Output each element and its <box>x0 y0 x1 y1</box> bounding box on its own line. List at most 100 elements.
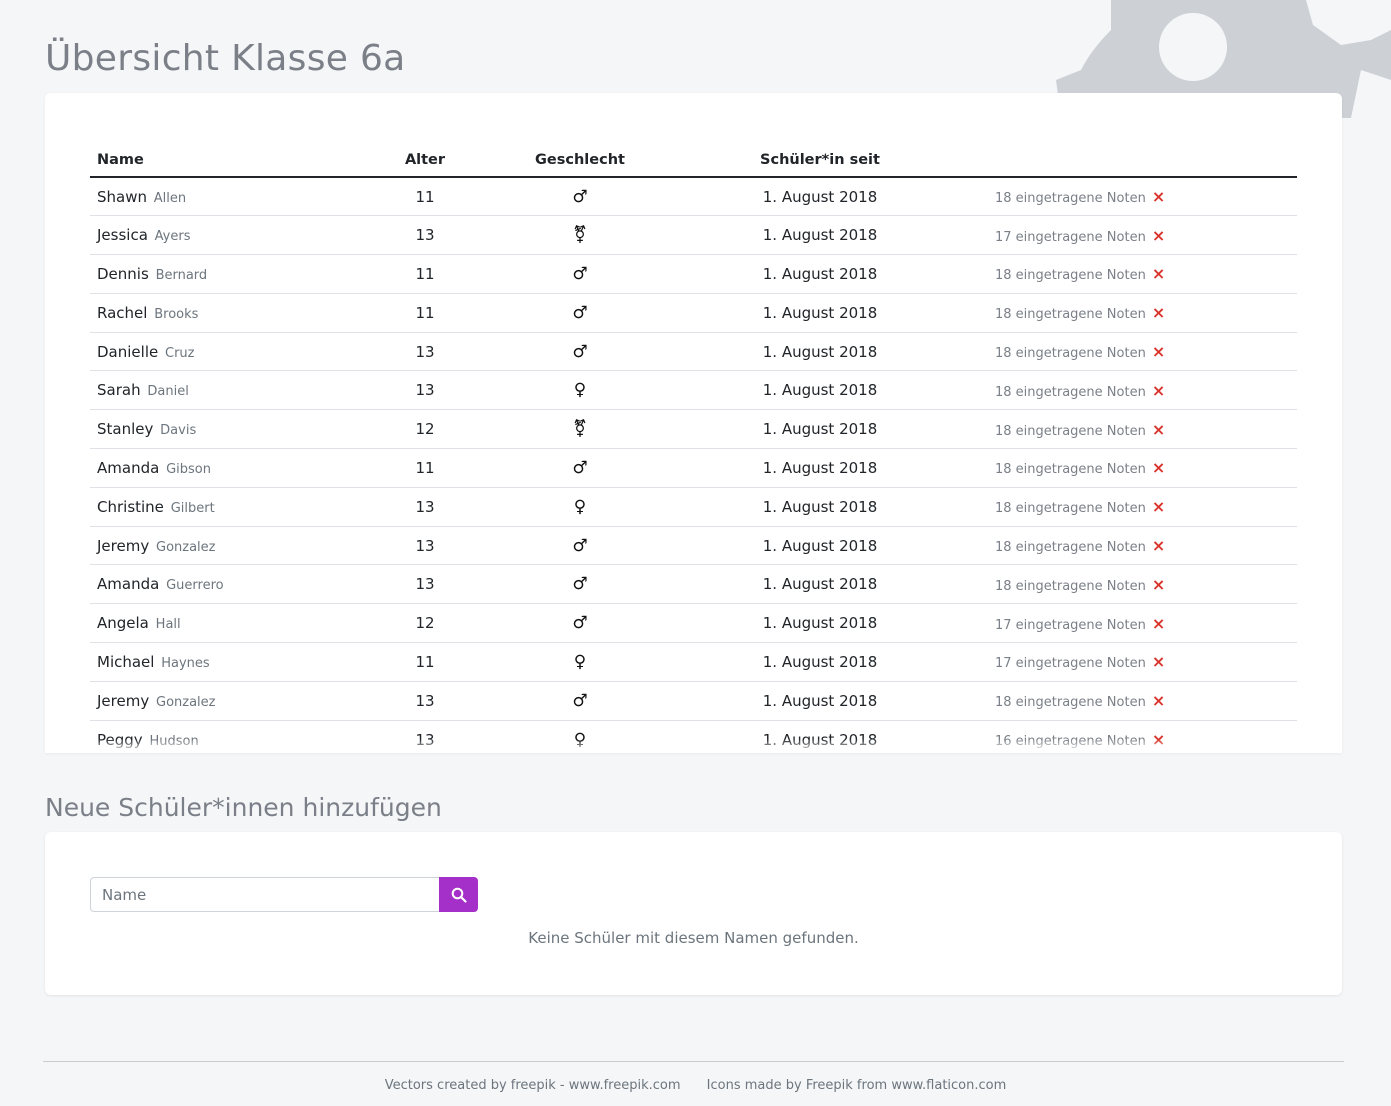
last-name[interactable]: Daniel <box>147 384 188 399</box>
first-name[interactable]: Sarah <box>97 381 141 399</box>
add-students-title: Neue Schüler*innen hinzufügen <box>45 793 442 822</box>
first-name[interactable]: Jessica <box>97 226 148 244</box>
first-name[interactable]: Jeremy <box>97 692 149 710</box>
last-name[interactable]: Guerrero <box>166 578 224 593</box>
last-name[interactable]: Gibson <box>166 462 211 477</box>
page-title: Übersicht Klasse 6a <box>45 38 406 79</box>
delete-icon[interactable]: × <box>1152 226 1165 245</box>
header-gender[interactable]: Geschlecht <box>490 138 670 178</box>
gender-icon: ♂ <box>572 302 588 323</box>
last-name[interactable]: Allen <box>154 191 186 206</box>
grades-cell: 17 eingetragene Noten × <box>970 642 1297 682</box>
last-name[interactable]: Brooks <box>154 307 198 322</box>
table-header-row: Name Alter Geschlecht Schüler*in seit <box>90 138 1297 178</box>
gender-cell: ♂ <box>490 177 670 217</box>
grades-count[interactable]: 18 eingetragene Noten <box>995 501 1146 516</box>
gender-cell: ♂ <box>490 293 670 333</box>
delete-icon[interactable]: × <box>1152 497 1165 516</box>
grades-count[interactable]: 18 eingetragene Noten <box>995 385 1146 400</box>
table-row[interactable]: Jeremy Gonzalez 13 ♂ 1. August 2018 18 einge… <box>90 526 1297 566</box>
table-row[interactable]: Jessica Ayers 13 ⚧ 1. August 2018 17 eingetr… <box>90 215 1297 256</box>
age-cell: 11 <box>360 448 490 488</box>
age-cell: 13 <box>360 681 490 721</box>
delete-icon[interactable]: × <box>1152 187 1165 206</box>
grades-count[interactable]: 18 eingetragene Noten <box>995 191 1146 206</box>
footer-divider <box>43 1061 1344 1062</box>
search-button[interactable] <box>439 877 478 912</box>
delete-icon[interactable]: × <box>1152 303 1165 322</box>
header-since[interactable]: Schüler*in seit <box>670 138 970 178</box>
table-row[interactable]: Michael Haynes 11 ♀ 1. August 2018 17 einget… <box>90 642 1297 682</box>
last-name[interactable]: Haynes <box>161 656 209 671</box>
delete-icon[interactable]: × <box>1152 264 1165 283</box>
age-cell: 12 <box>360 409 490 450</box>
age-cell: 11 <box>360 293 490 333</box>
table-row[interactable]: Stanley Davis 12 ⚧ 1. August 2018 18 eingetr… <box>90 409 1297 450</box>
grades-count[interactable]: 18 eingetragene Noten <box>995 540 1146 555</box>
first-name[interactable]: Christine <box>97 498 164 516</box>
table-row[interactable]: Sarah Daniel 13 ♀ 1. August 2018 18 eingetra… <box>90 370 1297 411</box>
table-row[interactable]: Angela Hall 12 ♂ 1. August 2018 17 eingetrag… <box>90 603 1297 644</box>
footer-credit-icons[interactable]: Icons made by Freepik from www.flaticon.… <box>707 1078 1007 1093</box>
last-name[interactable]: Ayers <box>155 229 191 244</box>
first-name[interactable]: Stanley <box>97 420 153 438</box>
age-cell: 13 <box>360 487 490 527</box>
grades-count[interactable]: 18 eingetragene Noten <box>995 579 1146 594</box>
last-name[interactable]: Hall <box>156 617 181 632</box>
grades-count[interactable]: 18 eingetragene Noten <box>995 346 1146 361</box>
header-name[interactable]: Name <box>90 138 360 178</box>
header-age[interactable]: Alter <box>360 138 490 178</box>
first-name[interactable]: Amanda <box>97 575 159 593</box>
delete-icon[interactable]: × <box>1152 691 1165 710</box>
delete-icon[interactable]: × <box>1152 575 1165 594</box>
grades-cell: 18 eingetragene Noten × <box>970 487 1297 527</box>
grades-count[interactable]: 17 eingetragene Noten <box>995 656 1146 671</box>
first-name[interactable]: Rachel <box>97 304 147 322</box>
table-row[interactable]: Amanda Guerrero 13 ♂ 1. August 2018 18 einge… <box>90 564 1297 605</box>
search-input[interactable] <box>90 877 439 912</box>
gender-cell: ♀ <box>490 642 670 682</box>
last-name[interactable]: Gonzalez <box>156 695 216 710</box>
delete-icon[interactable]: × <box>1152 458 1165 477</box>
table-row[interactable]: Danielle Cruz 13 ♂ 1. August 2018 18 eingetr… <box>90 332 1297 372</box>
first-name[interactable]: Angela <box>97 614 149 632</box>
grades-count[interactable]: 18 eingetragene Noten <box>995 424 1146 439</box>
last-name[interactable]: Cruz <box>165 346 195 361</box>
student-name-cell: Danielle Cruz <box>90 332 360 372</box>
first-name[interactable]: Jeremy <box>97 537 149 555</box>
last-name[interactable]: Bernard <box>156 268 208 283</box>
first-name[interactable]: Dennis <box>97 265 149 283</box>
since-cell: 1. August 2018 <box>670 526 970 566</box>
delete-icon[interactable]: × <box>1152 652 1165 671</box>
table-row[interactable]: Christine Gilbert 13 ♀ 1. August 2018 18 ein… <box>90 487 1297 527</box>
first-name[interactable]: Michael <box>97 653 154 671</box>
students-table: Name Alter Geschlecht Schüler*in seit Sh… <box>90 138 1297 753</box>
grades-count[interactable]: 18 eingetragene Noten <box>995 307 1146 322</box>
delete-icon[interactable]: × <box>1152 342 1165 361</box>
grades-count[interactable]: 18 eingetragene Noten <box>995 268 1146 283</box>
table-row[interactable]: Amanda Gibson 11 ♂ 1. August 2018 18 eingetr… <box>90 448 1297 488</box>
last-name[interactable]: Davis <box>160 423 196 438</box>
student-name-cell: Amanda Gibson <box>90 448 360 488</box>
grades-cell: 18 eingetragene Noten × <box>970 681 1297 721</box>
since-cell: 1. August 2018 <box>670 487 970 527</box>
delete-icon[interactable]: × <box>1152 381 1165 400</box>
footer-credit-vectors[interactable]: Vectors created by freepik - www.freepik… <box>385 1078 681 1093</box>
delete-icon[interactable]: × <box>1152 420 1165 439</box>
first-name[interactable]: Danielle <box>97 343 158 361</box>
grades-count[interactable]: 17 eingetragene Noten <box>995 618 1146 633</box>
gender-icon: ♂ <box>572 341 588 362</box>
grades-count[interactable]: 17 eingetragene Noten <box>995 230 1146 245</box>
last-name[interactable]: Gilbert <box>171 501 215 516</box>
first-name[interactable]: Shawn <box>97 188 147 206</box>
table-row[interactable]: Dennis Bernard 11 ♂ 1. August 2018 18 einget… <box>90 254 1297 294</box>
last-name[interactable]: Gonzalez <box>156 540 216 555</box>
first-name[interactable]: Amanda <box>97 459 159 477</box>
table-row[interactable]: Shawn Allen 11 ♂ 1. August 2018 18 eingetrag… <box>90 177 1297 217</box>
grades-count[interactable]: 18 eingetragene Noten <box>995 695 1146 710</box>
delete-icon[interactable]: × <box>1152 536 1165 555</box>
grades-count[interactable]: 18 eingetragene Noten <box>995 462 1146 477</box>
table-row[interactable]: Rachel Brooks 11 ♂ 1. August 2018 18 eingetr… <box>90 293 1297 333</box>
delete-icon[interactable]: × <box>1152 614 1165 633</box>
table-row[interactable]: Jeremy Gonzalez 13 ♂ 1. August 2018 18 einge… <box>90 681 1297 721</box>
